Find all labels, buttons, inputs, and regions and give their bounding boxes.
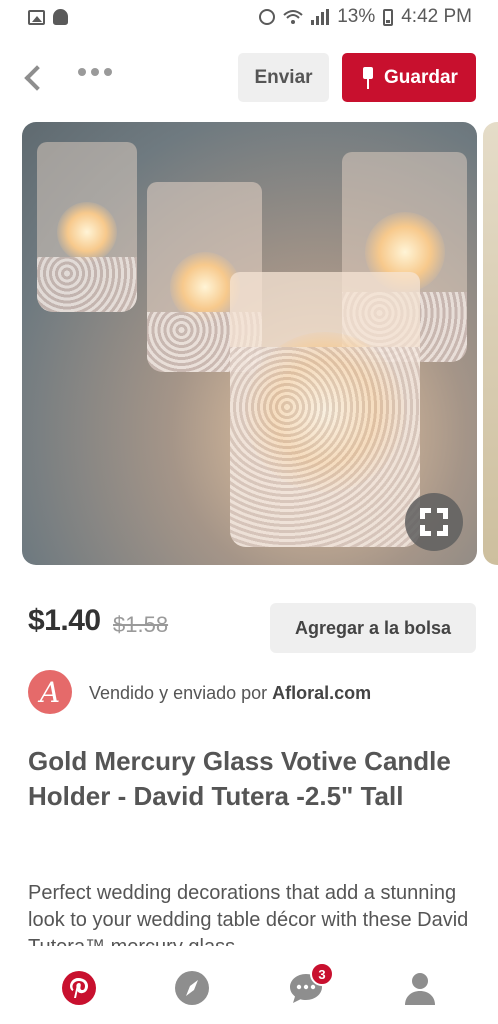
price: $1.40	[28, 604, 101, 637]
status-right: 13% 4:42 PM	[259, 6, 472, 28]
save-button-label: Guardar	[384, 66, 458, 88]
profile-icon[interactable]	[402, 970, 438, 1006]
snapchat-icon	[53, 9, 68, 25]
add-to-bag-button[interactable]: Agregar a la bolsa	[270, 603, 476, 653]
pin-description: Perfect wedding decorations that add a s…	[28, 882, 469, 946]
battery-icon	[383, 8, 394, 26]
next-pin-preview[interactable]	[483, 122, 498, 565]
seller-prefix: Vendido y enviado por	[89, 683, 268, 703]
pin-header: Enviar Guardar	[0, 50, 498, 106]
seller-avatar-letter: A	[39, 675, 61, 709]
signal-icon	[311, 9, 330, 25]
seller-link[interactable]: Afloral.com	[272, 683, 371, 703]
explore-icon[interactable]	[174, 970, 210, 1006]
original-price: $1.58	[113, 612, 169, 637]
candle-image-front	[230, 272, 420, 547]
save-button[interactable]: Guardar	[342, 53, 476, 102]
seller-avatar[interactable]: A	[28, 670, 72, 714]
pin-title: Gold Mercury Glass Votive Candle Holder …	[28, 746, 451, 811]
alarm-icon	[259, 9, 276, 25]
home-icon[interactable]	[61, 970, 97, 1006]
candle-image-back-left	[37, 142, 137, 312]
bottom-nav: 3	[0, 952, 498, 1024]
expand-icon[interactable]	[405, 493, 463, 551]
pin-icon	[360, 66, 376, 89]
more-horizontal-icon[interactable]	[78, 68, 112, 76]
status-left	[28, 9, 68, 25]
chevron-left-icon[interactable]	[14, 58, 54, 98]
clock: 4:42 PM	[401, 6, 472, 27]
send-button[interactable]: Enviar	[238, 53, 329, 102]
status-bar: 13% 4:42 PM	[0, 0, 498, 34]
messages-badge: 3	[310, 962, 334, 986]
battery-percent: 13%	[337, 6, 376, 27]
wifi-icon	[283, 10, 303, 24]
seller-info: Vendido y enviado por Afloral.com	[89, 683, 371, 704]
gallery-icon	[28, 9, 45, 25]
pin-image[interactable]	[22, 122, 477, 565]
